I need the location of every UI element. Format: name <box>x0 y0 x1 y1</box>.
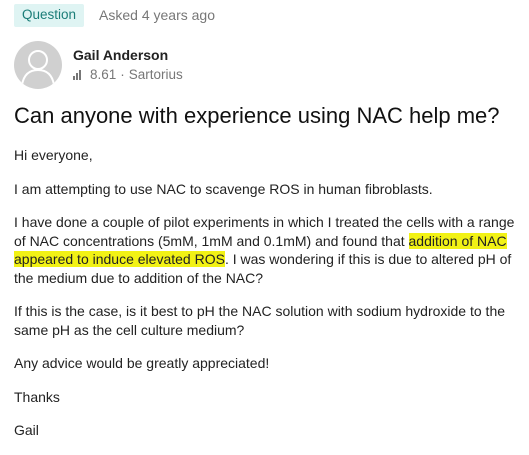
paragraph-greeting: Hi everyone, <box>14 147 93 163</box>
author-block: Gail Anderson 8.61 · Sartorius <box>14 41 183 89</box>
separator: · <box>120 67 125 82</box>
paragraph-thanks: Thanks <box>14 388 60 405</box>
user-avatar-icon[interactable] <box>14 41 62 89</box>
author-score: 8.61 <box>90 67 117 82</box>
author-name[interactable]: Gail Anderson <box>73 47 183 63</box>
paragraph-experiment: I have done a couple of pilot experiment… <box>14 213 519 287</box>
paragraph-intro: I am attempting to use NAC to scavenge R… <box>14 180 433 197</box>
bar-chart-icon <box>73 70 84 80</box>
paragraph-signature: Gail <box>14 422 39 438</box>
author-details: 8.61 · Sartorius <box>73 67 183 83</box>
question-badge[interactable]: Question <box>14 3 85 27</box>
paragraph-question: If this is the case, is it best to pH th… <box>14 303 506 338</box>
question-title: Can anyone with experience using NAC hel… <box>14 103 500 128</box>
author-affiliation[interactable]: Sartorius <box>129 67 183 83</box>
question-meta: Question Asked 4 years ago <box>14 3 216 27</box>
asked-date: Asked 4 years ago <box>99 7 216 23</box>
paragraph-request: Any advice would be greatly appreciated! <box>14 355 270 371</box>
question-body: Hi everyone, I am attempting to use NAC … <box>14 146 519 455</box>
